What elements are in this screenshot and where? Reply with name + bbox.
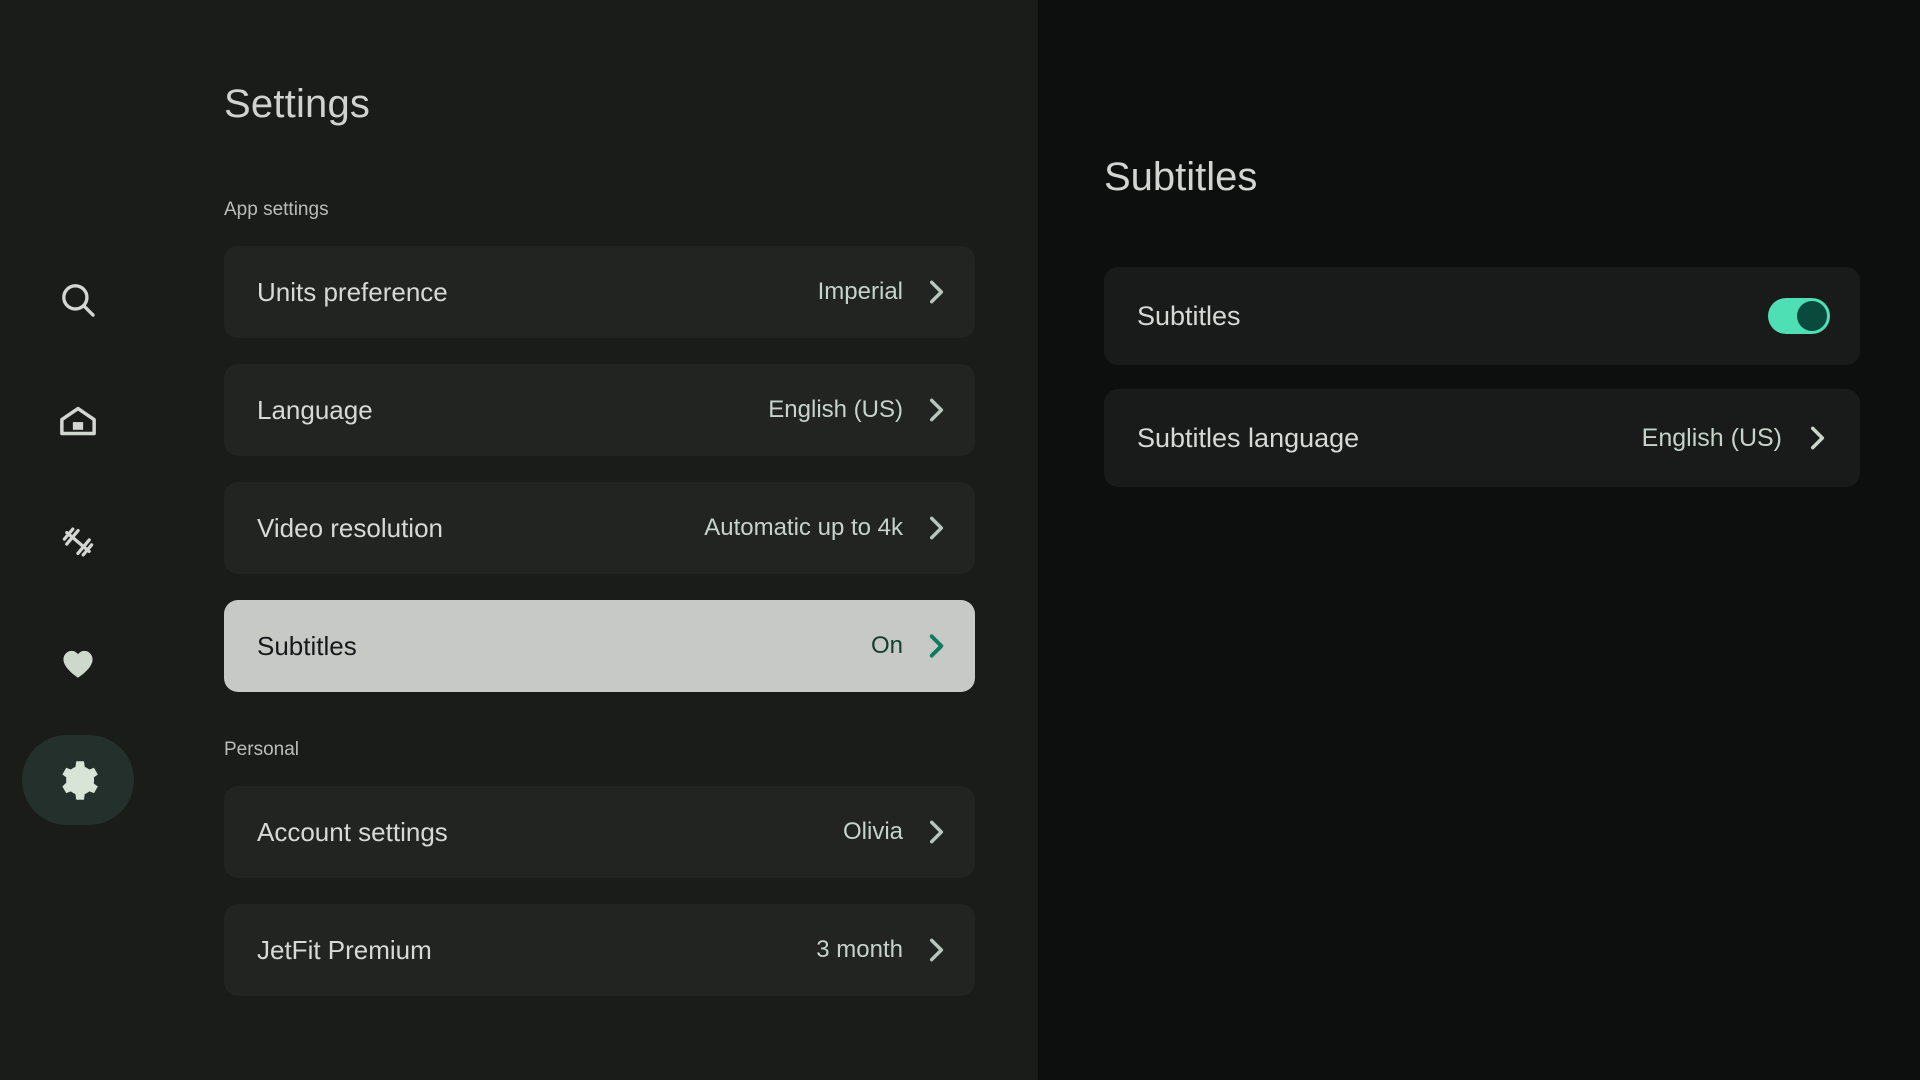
chevron-right-icon [930, 398, 944, 422]
left-panel: Settings App settings Units preference I… [0, 0, 1038, 1080]
row-value: English (US) [768, 396, 903, 423]
sidebar-item-workouts[interactable] [22, 497, 134, 587]
detail-row-value: English (US) [1641, 423, 1782, 452]
heart-icon [55, 639, 101, 685]
row-value: Imperial [817, 278, 903, 305]
row-subtitles[interactable]: Subtitles On [224, 600, 975, 692]
row-label: Language [257, 394, 373, 425]
dumbbell-icon [55, 519, 101, 565]
settings-screen: Settings App settings Units preference I… [0, 0, 1920, 1080]
chevron-right-icon [930, 280, 944, 304]
row-video-resolution[interactable]: Video resolution Automatic up to 4k [224, 482, 975, 574]
sidebar-item-favorites[interactable] [22, 617, 134, 707]
detail-row-subtitles[interactable]: Subtitles [1104, 267, 1860, 365]
detail-row-right: English (US) [1642, 423, 1830, 453]
detail-row-right [1768, 298, 1830, 334]
section-label-personal: Personal [224, 739, 299, 760]
detail-rows: Subtitles Subtitles language English (US… [1104, 267, 1860, 487]
sidebar-item-settings[interactable] [22, 735, 134, 825]
settings-content: Settings App settings Units preference I… [224, 0, 984, 1022]
row-jetfit-premium[interactable]: JetFit Premium 3 month [224, 904, 975, 996]
detail-row-subtitles-language[interactable]: Subtitles language English (US) [1104, 389, 1860, 487]
row-label: Video resolution [257, 512, 443, 543]
row-right: Imperial [818, 277, 949, 307]
page-title: Settings [224, 82, 371, 126]
row-right: 3 month [816, 935, 949, 965]
row-label: Subtitles [257, 630, 357, 661]
search-icon [57, 279, 99, 321]
row-units-preference[interactable]: Units preference Imperial [224, 246, 975, 338]
section-label-app-settings: App settings [224, 199, 329, 220]
row-value: On [870, 632, 903, 659]
row-value: 3 month [816, 936, 903, 963]
row-value: Olivia [842, 818, 903, 845]
gear-icon [55, 757, 101, 803]
row-right: Automatic up to 4k [704, 513, 949, 543]
toggle-knob [1797, 301, 1827, 331]
sidebar-item-home[interactable] [22, 376, 134, 466]
row-value: Automatic up to 4k [704, 514, 903, 541]
row-label: Account settings [257, 816, 448, 847]
sidebar-item-search[interactable] [22, 255, 134, 345]
personal-rows: Account settings Olivia JetFit Premium 3… [224, 786, 984, 996]
chevron-right-icon [930, 516, 944, 540]
row-label: Units preference [257, 276, 448, 307]
detail-row-label: Subtitles [1137, 300, 1241, 331]
chevron-right-icon [929, 634, 944, 658]
chevron-right-icon [930, 820, 944, 844]
app-settings-rows: Units preference Imperial Language Engli… [224, 246, 984, 692]
detail-row-label: Subtitles language [1137, 422, 1360, 453]
row-label: JetFit Premium [257, 934, 432, 965]
chevron-right-icon [1811, 426, 1825, 450]
row-right: English (US) [768, 395, 949, 425]
row-right: Olivia [843, 817, 949, 847]
detail-title: Subtitles [1104, 155, 1258, 199]
row-right: On [871, 631, 949, 661]
home-icon [56, 399, 100, 443]
row-language[interactable]: Language English (US) [224, 364, 975, 456]
sidebar-rail [0, 0, 160, 1080]
chevron-right-icon [930, 938, 944, 962]
subtitles-detail: Subtitles Subtitles Subtitles language E… [1104, 0, 1860, 511]
row-account-settings[interactable]: Account settings Olivia [224, 786, 975, 878]
right-panel: Subtitles Subtitles Subtitles language E… [1038, 0, 1920, 1080]
subtitles-toggle[interactable] [1768, 298, 1830, 334]
